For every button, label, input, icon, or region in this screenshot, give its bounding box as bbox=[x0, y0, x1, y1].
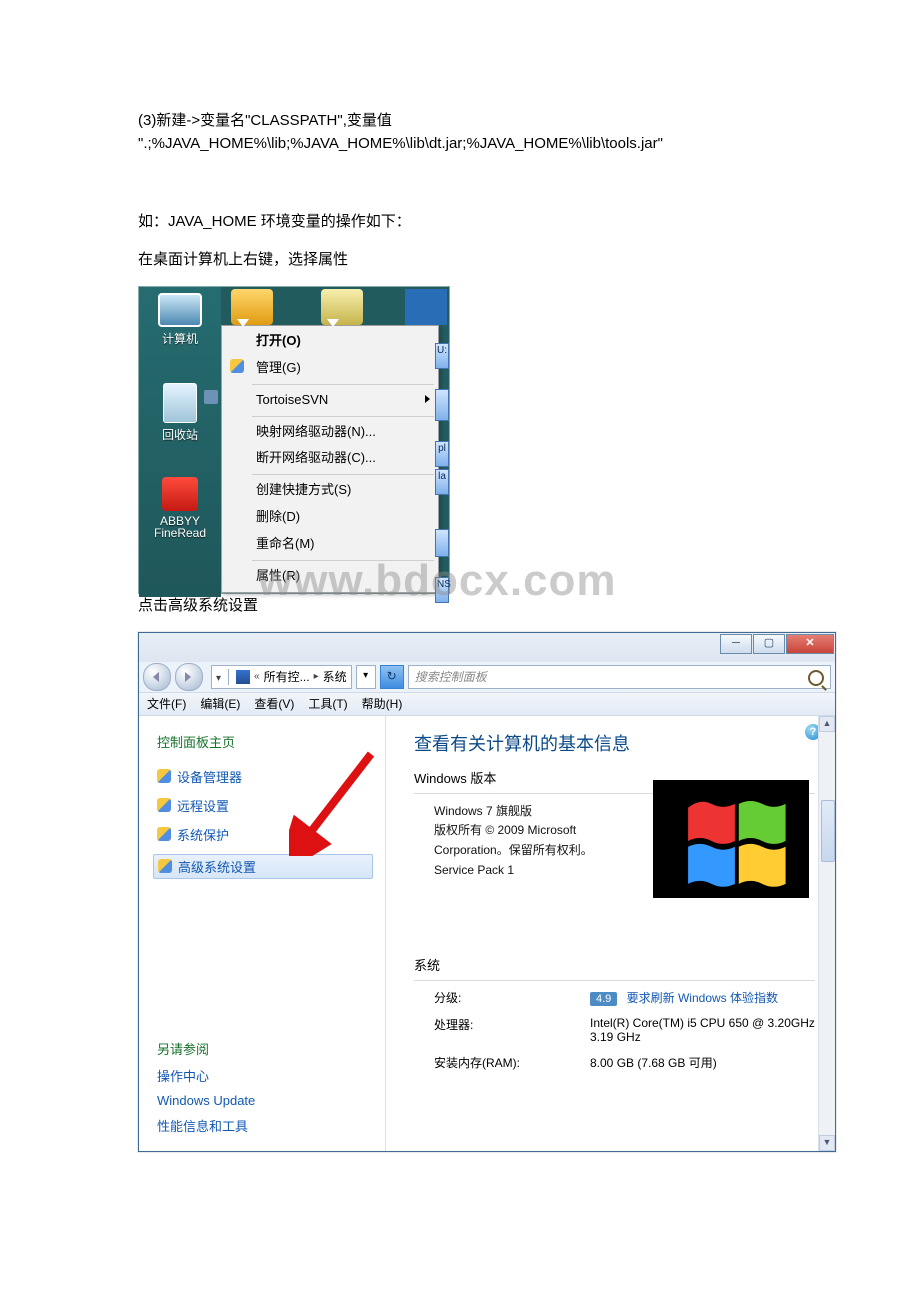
ram-value: 8.00 GB (7.68 GB 可用) bbox=[590, 1054, 815, 1071]
abbyy-label-2: FineRead bbox=[139, 526, 221, 540]
recycle-bin-icon bbox=[163, 383, 197, 423]
breadcrumb-all[interactable]: 所有控... bbox=[264, 668, 310, 685]
recycle-bin-label: 回收站 bbox=[139, 426, 221, 443]
menu-edit[interactable]: 编辑(E) bbox=[200, 695, 240, 712]
shield-icon bbox=[157, 769, 171, 783]
remote-settings[interactable]: 远程设置 bbox=[157, 796, 373, 815]
system-protection[interactable]: 系统保护 bbox=[157, 825, 373, 844]
rating-value: 4.9 要求刷新 Windows 体验指数 bbox=[590, 989, 815, 1006]
watermark-text: www.bdocx.com bbox=[258, 556, 617, 606]
right-pane: ? 查看有关计算机的基本信息 Windows 版本 Windows 7 旗舰版 … bbox=[386, 716, 835, 1151]
menu-open[interactable]: 打开(O) bbox=[222, 328, 438, 355]
advanced-system-settings[interactable]: 高级系统设置 bbox=[153, 854, 373, 879]
search-icon bbox=[808, 670, 824, 686]
svn-icon bbox=[204, 390, 218, 404]
menu-tools[interactable]: 工具(T) bbox=[308, 695, 347, 712]
control-panel-flag-icon bbox=[236, 670, 250, 684]
windows-logo bbox=[653, 780, 809, 898]
shield-icon bbox=[158, 859, 172, 873]
top-icon-3 bbox=[405, 289, 447, 325]
breadcrumb-system[interactable]: 系统 bbox=[323, 668, 347, 685]
shield-icon bbox=[230, 359, 244, 373]
nav-forward-button[interactable] bbox=[175, 663, 203, 691]
scroll-up-icon[interactable]: ▲ bbox=[819, 716, 835, 732]
left-pane: 控制面板主页 设备管理器 远程设置 系统保护 高级系统设置 另请参阅 操作中心 … bbox=[139, 716, 386, 1151]
step-intro: 如：JAVA_HOME 环境变量的操作如下： bbox=[138, 210, 820, 234]
instruction-line-2: ".;%JAVA_HOME%\lib;%JAVA_HOME%\lib\dt.ja… bbox=[138, 133, 820, 156]
screenshot-system-window: ─ ▢ ✕ «所有控... ▸系统 ▾ ↻ 搜索控制面板 bbox=[138, 632, 836, 1152]
shield-icon bbox=[157, 798, 171, 812]
menu-delete[interactable]: 删除(D) bbox=[222, 504, 438, 531]
scrollbar[interactable]: ▲ ▼ bbox=[818, 716, 835, 1151]
breadcrumb[interactable]: «所有控... ▸系统 bbox=[211, 665, 352, 689]
computer-icon bbox=[158, 293, 202, 327]
action-center-link[interactable]: 操作中心 bbox=[157, 1066, 373, 1085]
wei-refresh-link[interactable]: 要求刷新 Windows 体验指数 bbox=[627, 991, 778, 1005]
step-rightclick: 在桌面计算机上右键，选择属性 bbox=[138, 248, 820, 272]
minimize-button[interactable]: ─ bbox=[720, 634, 752, 654]
scroll-thumb[interactable] bbox=[821, 800, 835, 862]
performance-tools-link[interactable]: 性能信息和工具 bbox=[157, 1116, 373, 1135]
windows-update-link[interactable]: Windows Update bbox=[157, 1093, 373, 1108]
page-title: 查看有关计算机的基本信息 bbox=[414, 730, 815, 756]
copyright-text: 版权所有 © 2009 Microsoft Corporation。保留所有权利… bbox=[434, 821, 644, 861]
menu-rename[interactable]: 重命名(M) bbox=[222, 531, 438, 558]
menu-bar: 文件(F) 编辑(E) 查看(V) 工具(T) 帮助(H) bbox=[139, 692, 835, 716]
search-input[interactable]: 搜索控制面板 bbox=[408, 665, 831, 689]
scroll-down-icon[interactable]: ▼ bbox=[819, 1135, 835, 1151]
menu-disconnect-drive[interactable]: 断开网络驱动器(C)... bbox=[222, 445, 438, 472]
cpu-label: 处理器: bbox=[434, 1016, 580, 1044]
menu-map-drive[interactable]: 映射网络驱动器(N)... bbox=[222, 419, 438, 446]
title-bar: ─ ▢ ✕ bbox=[139, 633, 835, 662]
cpu-value: Intel(R) Core(TM) i5 CPU 650 @ 3.20GHz 3… bbox=[590, 1016, 815, 1044]
menu-view[interactable]: 查看(V) bbox=[254, 695, 294, 712]
menu-tortoisesvn[interactable]: TortoiseSVN bbox=[222, 387, 438, 414]
menu-file[interactable]: 文件(F) bbox=[147, 695, 186, 712]
close-button[interactable]: ✕ bbox=[786, 634, 834, 654]
menu-manage[interactable]: 管理(G) bbox=[222, 355, 438, 382]
cp-home[interactable]: 控制面板主页 bbox=[157, 732, 373, 751]
rating-label: 分级: bbox=[434, 989, 580, 1006]
screenshot-context-menu: 计算机 回收站 ABBYY FineRead 打开(O) 管理(G) Torto… bbox=[138, 286, 450, 594]
abbyy-icon bbox=[162, 477, 198, 511]
breadcrumb-dropdown[interactable]: ▾ bbox=[356, 665, 376, 689]
ram-label: 安装内存(RAM): bbox=[434, 1054, 580, 1071]
menu-create-shortcut[interactable]: 创建快捷方式(S) bbox=[222, 477, 438, 504]
computer-label: 计算机 bbox=[139, 330, 221, 347]
top-icon-1 bbox=[231, 289, 273, 325]
instruction-line-1: (3)新建->变量名"CLASSPATH",变量值 bbox=[138, 110, 820, 133]
menu-help[interactable]: 帮助(H) bbox=[362, 695, 403, 712]
see-also-heading: 另请参阅 bbox=[157, 1039, 373, 1058]
search-placeholder: 搜索控制面板 bbox=[415, 668, 487, 685]
device-manager[interactable]: 设备管理器 bbox=[157, 767, 373, 786]
refresh-button[interactable]: ↻ bbox=[380, 665, 404, 689]
breadcrumb-history-icon[interactable] bbox=[216, 670, 221, 684]
wei-badge: 4.9 bbox=[590, 992, 617, 1006]
submenu-arrow-icon bbox=[425, 395, 430, 403]
maximize-button[interactable]: ▢ bbox=[753, 634, 785, 654]
system-heading: 系统 bbox=[414, 955, 815, 974]
nav-back-button[interactable] bbox=[143, 663, 171, 691]
top-icon-2 bbox=[321, 289, 363, 325]
shield-icon bbox=[157, 827, 171, 841]
context-menu: 打开(O) 管理(G) TortoiseSVN 映射网络驱动器(N)... 断开… bbox=[221, 325, 439, 593]
